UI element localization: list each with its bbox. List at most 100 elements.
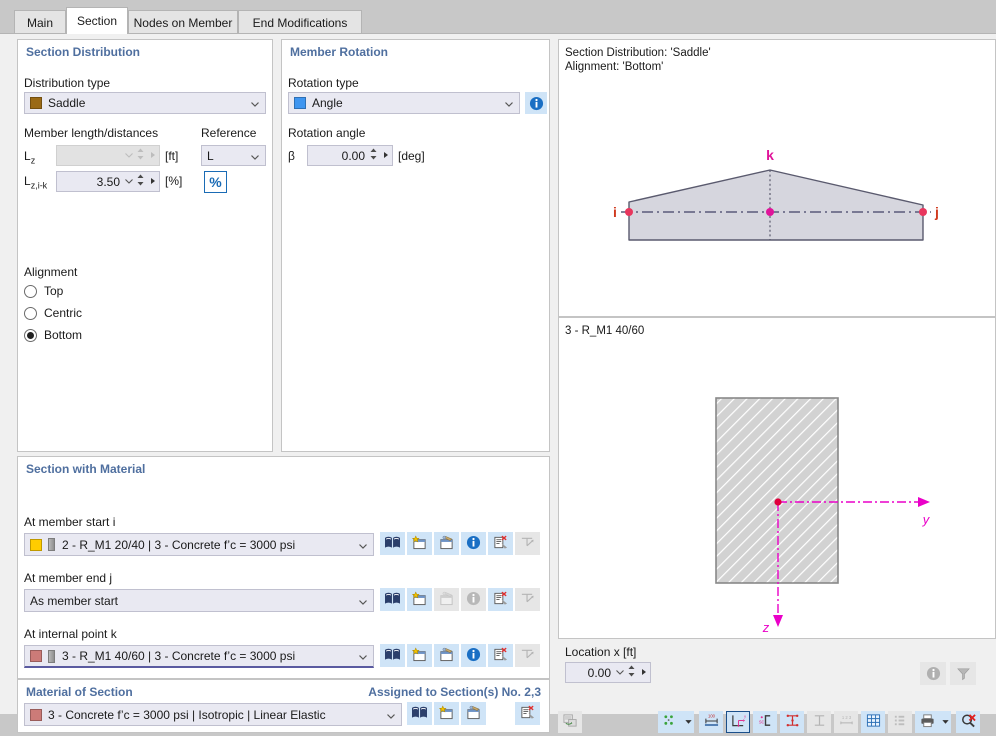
chevron-down-icon bbox=[504, 98, 513, 107]
radio-icon bbox=[24, 328, 37, 342]
grid-button[interactable] bbox=[861, 711, 885, 733]
location-input[interactable]: 0.00 bbox=[565, 662, 651, 683]
material-combo[interactable]: 3 - Concrete f’c = 3000 psi | Isotropic … bbox=[24, 703, 402, 726]
lzik-input[interactable]: 3.50 bbox=[56, 171, 160, 192]
lz-expand-arrow[interactable] bbox=[147, 149, 159, 163]
library-icon bbox=[384, 535, 401, 553]
new-section-button[interactable] bbox=[407, 532, 432, 555]
alignment-option-centric[interactable]: Centric bbox=[24, 306, 82, 320]
member-end-section-combo[interactable]: As member start bbox=[24, 589, 374, 612]
dimensions-icon: 100 bbox=[703, 713, 720, 731]
lzik-spinner[interactable] bbox=[136, 171, 147, 192]
tab-main[interactable]: Main bbox=[14, 10, 66, 34]
info-button[interactable] bbox=[461, 532, 486, 555]
alignment-option-label: Bottom bbox=[44, 328, 83, 342]
svg-text:sc: sc bbox=[758, 719, 764, 725]
location-label: Location x [ft] bbox=[565, 645, 637, 659]
member-start-section-combo[interactable]: 2 - R_M1 20/40 | 3 - Concrete f’c = 3000… bbox=[24, 533, 374, 556]
member-preview-panel: Section Distribution: 'Saddle' Alignment… bbox=[558, 39, 996, 317]
svg-text:y: y bbox=[744, 715, 746, 719]
reference-combo[interactable]: L bbox=[201, 145, 266, 166]
library-button[interactable] bbox=[380, 588, 405, 611]
import-section-button bbox=[434, 588, 459, 611]
distribution-type-value: Saddle bbox=[48, 96, 86, 110]
rotation-type-info-button[interactable] bbox=[525, 92, 547, 114]
delete-section-button[interactable] bbox=[488, 532, 513, 555]
chevron-down-icon[interactable] bbox=[615, 666, 627, 680]
chevron-down-icon bbox=[358, 596, 367, 605]
zoom-reset-icon bbox=[960, 713, 977, 731]
beta-spinner[interactable] bbox=[369, 145, 380, 166]
member-end-section-value: As member start bbox=[30, 593, 119, 608]
section-distribution-title: Section Distribution bbox=[26, 45, 140, 59]
axis-system-button[interactable]: y bbox=[726, 711, 750, 733]
chevron-down-icon[interactable] bbox=[124, 175, 136, 189]
dialog-content: Section Distribution Distribution type S… bbox=[0, 33, 996, 733]
percent-toggle-button[interactable]: % bbox=[204, 171, 227, 193]
saddle-diagram: i j k bbox=[613, 147, 939, 241]
chevron-down-icon[interactable] bbox=[124, 149, 136, 163]
info-icon bbox=[466, 591, 481, 609]
lz-input[interactable] bbox=[56, 145, 160, 166]
alignment-option-bottom[interactable]: Bottom bbox=[24, 328, 82, 342]
table-icon bbox=[892, 713, 909, 731]
info-icon bbox=[529, 96, 543, 110]
zoom-reset-button[interactable] bbox=[956, 711, 980, 733]
location-filter-button[interactable] bbox=[950, 662, 976, 685]
internal-point-section-value: 3 - R_M1 40/60 | 3 - Concrete f’c = 3000… bbox=[62, 649, 296, 663]
import-section-button[interactable] bbox=[434, 644, 459, 667]
lzik-expand-arrow[interactable] bbox=[147, 175, 159, 189]
member-start-label: At member start i bbox=[24, 515, 116, 529]
beta-value: 0.00 bbox=[341, 148, 365, 163]
info-button[interactable] bbox=[461, 644, 486, 667]
lz-spinner[interactable] bbox=[136, 145, 147, 166]
library-button[interactable] bbox=[380, 532, 405, 555]
location-spinner[interactable] bbox=[627, 662, 638, 683]
tab-end-modifications[interactable]: End Modifications bbox=[238, 10, 362, 34]
svg-text:j: j bbox=[934, 204, 939, 220]
location-expand-arrow[interactable] bbox=[638, 666, 650, 680]
distribution-type-combo[interactable]: Saddle bbox=[24, 92, 266, 114]
location-info-button[interactable] bbox=[920, 662, 946, 685]
import-section-button[interactable] bbox=[434, 532, 459, 555]
internal-point-label: At internal point k bbox=[24, 627, 117, 641]
numbering-button: 1 2 3 bbox=[834, 711, 858, 733]
internal-point-section-combo[interactable]: 3 - R_M1 40/60 | 3 - Concrete f’c = 3000… bbox=[24, 645, 374, 668]
export-view-button bbox=[558, 711, 582, 733]
alignment-option-top[interactable]: Top bbox=[24, 284, 63, 298]
library-button[interactable] bbox=[380, 644, 405, 667]
point-grid-dropdown-caret[interactable] bbox=[682, 711, 694, 733]
shear-center-button[interactable]: sc bbox=[753, 711, 777, 733]
delete-section-icon bbox=[492, 647, 509, 665]
beta-input[interactable]: 0.00 bbox=[307, 145, 393, 166]
reference-value: L bbox=[207, 148, 214, 163]
delete-section-button[interactable] bbox=[488, 588, 513, 611]
svg-text:1 2 3: 1 2 3 bbox=[841, 715, 851, 720]
distribution-type-color-swatch bbox=[30, 97, 42, 109]
new-section-button[interactable] bbox=[407, 644, 432, 667]
alignment-label: Alignment bbox=[24, 265, 78, 279]
print-icon bbox=[919, 713, 936, 731]
new-section-button[interactable] bbox=[407, 588, 432, 611]
rotation-type-label: Rotation type bbox=[288, 76, 359, 90]
axis-system-icon: y bbox=[730, 713, 747, 731]
cross-section-diagram: yz bbox=[715, 397, 931, 634]
dimensions-button[interactable]: 100 bbox=[699, 711, 723, 733]
beta-expand-arrow[interactable] bbox=[380, 149, 392, 163]
info-button bbox=[461, 588, 486, 611]
tab-section[interactable]: Section bbox=[66, 7, 128, 34]
print-button[interactable] bbox=[915, 711, 939, 733]
delete-section-button[interactable] bbox=[488, 644, 513, 667]
preview-caption-line1: Section Distribution: 'Saddle' bbox=[565, 47, 711, 59]
member-rotation-title: Member Rotation bbox=[290, 45, 389, 59]
tab-nodes-on-member[interactable]: Nodes on Member bbox=[128, 10, 238, 34]
print-dropdown-caret[interactable] bbox=[939, 711, 951, 733]
edit-tool-button bbox=[515, 532, 540, 555]
distribution-type-label: Distribution type bbox=[24, 76, 111, 90]
material-of-section-title: Material of Section bbox=[26, 685, 133, 699]
rotation-type-combo[interactable]: Angle bbox=[288, 92, 520, 114]
rotation-type-value: Angle bbox=[312, 96, 343, 110]
stress-points-button[interactable] bbox=[780, 711, 804, 733]
member-rotation-group: Member Rotation Rotation type Angle Rota… bbox=[281, 39, 550, 452]
point-grid-button[interactable] bbox=[658, 711, 682, 733]
